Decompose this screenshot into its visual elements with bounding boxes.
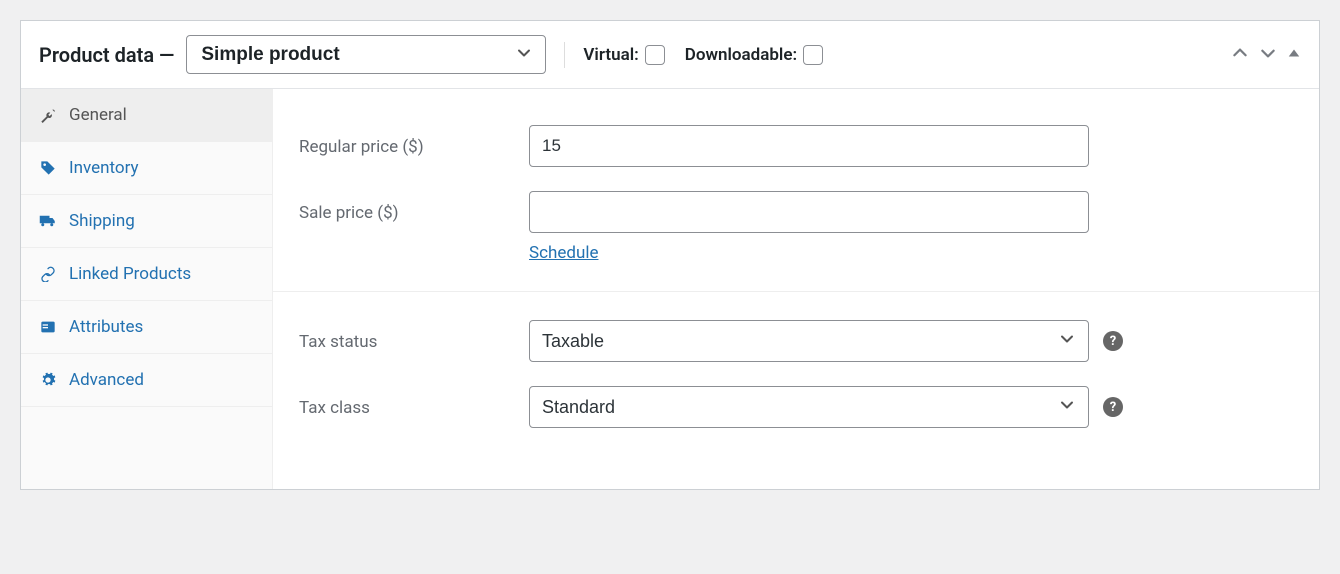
sidebar-item-label: General: [69, 105, 127, 125]
panel-controls: [1231, 44, 1301, 66]
move-up-icon[interactable]: [1231, 44, 1249, 66]
divider: [273, 291, 1319, 292]
virtual-toggle[interactable]: Virtual:: [583, 45, 664, 65]
sidebar-item-inventory[interactable]: Inventory: [21, 142, 272, 195]
gear-icon: [39, 371, 57, 389]
tax-class-label: Tax class: [299, 386, 529, 418]
product-data-panel: Product data — Simple product Virtual: D…: [20, 20, 1320, 490]
sidebar-item-shipping[interactable]: Shipping: [21, 195, 272, 248]
downloadable-checkbox[interactable]: [803, 45, 823, 65]
sidebar-item-label: Inventory: [69, 158, 139, 178]
regular-price-label: Regular price ($): [299, 125, 529, 157]
tax-status-select[interactable]: Taxable: [529, 320, 1089, 362]
virtual-label: Virtual:: [583, 45, 638, 65]
sidebar-item-general[interactable]: General: [21, 89, 272, 142]
tax-status-row: Tax status Taxable ?: [299, 308, 1293, 374]
product-type-select[interactable]: Simple product: [186, 35, 546, 74]
help-icon[interactable]: ?: [1103, 397, 1123, 417]
separator: [564, 42, 565, 68]
tax-class-row: Tax class Standard ?: [299, 374, 1293, 440]
move-down-icon[interactable]: [1259, 44, 1277, 66]
sidebar-item-label: Attributes: [69, 317, 143, 337]
tag-icon: [39, 159, 57, 177]
tax-status-label: Tax status: [299, 320, 529, 352]
sidebar: General Inventory Shipping Linked Produc…: [21, 89, 273, 489]
help-icon[interactable]: ?: [1103, 331, 1123, 351]
truck-icon: [39, 212, 57, 230]
sidebar-item-advanced[interactable]: Advanced: [21, 354, 272, 407]
collapse-icon[interactable]: [1287, 45, 1301, 64]
link-icon: [39, 265, 57, 283]
wrench-icon: [39, 106, 57, 124]
downloadable-toggle[interactable]: Downloadable:: [685, 45, 823, 65]
downloadable-label: Downloadable:: [685, 45, 797, 65]
sidebar-item-attributes[interactable]: Attributes: [21, 301, 272, 354]
sale-price-row: Sale price ($) Schedule: [299, 179, 1293, 275]
sidebar-item-linked-products[interactable]: Linked Products: [21, 248, 272, 301]
schedule-link[interactable]: Schedule: [529, 243, 598, 263]
content-area: Regular price ($) Sale price ($) Schedul…: [273, 89, 1319, 489]
panel-header: Product data — Simple product Virtual: D…: [21, 21, 1319, 89]
virtual-checkbox[interactable]: [645, 45, 665, 65]
regular-price-row: Regular price ($): [299, 113, 1293, 179]
sidebar-item-label: Shipping: [69, 211, 135, 231]
panel-body: General Inventory Shipping Linked Produc…: [21, 89, 1319, 489]
tax-class-select[interactable]: Standard: [529, 386, 1089, 428]
list-icon: [39, 318, 57, 336]
sale-price-label: Sale price ($): [299, 191, 529, 223]
regular-price-input[interactable]: [529, 125, 1089, 167]
sale-price-input[interactable]: [529, 191, 1089, 233]
sidebar-item-label: Linked Products: [69, 264, 191, 284]
sidebar-item-label: Advanced: [69, 370, 144, 390]
panel-title: Product data —: [39, 43, 174, 67]
